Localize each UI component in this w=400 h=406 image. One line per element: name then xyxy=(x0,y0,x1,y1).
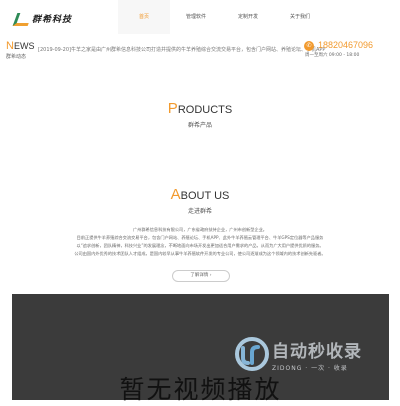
watermark: 自动秒收录 ZIDONG · 一次 · 收录 xyxy=(234,336,362,372)
site-logo[interactable]: 群希科技 xyxy=(14,10,72,26)
news-heading: NEWS 群希动态 xyxy=(6,40,34,60)
phone-number: 18820467096 xyxy=(318,40,374,50)
products-subtitle: 群希产品 xyxy=(187,122,212,129)
video-empty-message: 暂无视频播放 xyxy=(119,375,282,404)
about-line: 以“追求创新，团队精神，科技兴业”的发展理念，不断地面向市场开发出更加适合用户需… xyxy=(76,243,324,248)
news-subtitle: 群希动态 xyxy=(6,54,27,60)
about-line: 目前正提供牛羊养殖综合交流交易平台，包含门户网站、养殖论坛、手机APP、此外牛羊… xyxy=(76,235,324,240)
watermark-subtitle: ZIDONG · 一次 · 收录 xyxy=(272,364,348,372)
nav-item-management-software[interactable]: 管理软件 xyxy=(170,0,222,34)
news-title-first: N xyxy=(6,40,14,52)
products-title-first: P xyxy=(167,100,178,117)
about-line: 广州群希信息科技有限公司，广东省政府扶持企业，广州市创新型企业。 xyxy=(132,227,267,232)
about-title-rest: BOUT US xyxy=(180,190,230,202)
about-title-first: A xyxy=(170,186,181,203)
nav-item-home[interactable]: 首页 xyxy=(118,0,170,34)
watermark-title: 自动秒收录 xyxy=(272,341,362,362)
about-line: 公司由国内外优秀的技术团队人才组成，是国内较早从事牛羊养殖软件开发的专业公司，使… xyxy=(74,251,326,256)
site-header: 群希科技 首页 管理软件 定制开发 关于我们 xyxy=(0,0,400,34)
nav-item-about-us[interactable]: 关于我们 xyxy=(274,0,326,34)
logo-mark-icon xyxy=(14,11,28,25)
logo-text: 群希科技 xyxy=(32,14,73,25)
nav-item-custom-development[interactable]: 定制开发 xyxy=(222,0,274,34)
news-title-rest: EWS xyxy=(13,41,35,51)
business-hours: 周一至周六 09:00 - 18:00 xyxy=(305,53,360,58)
news-item-link[interactable]: [2019-09-20]牛羊之家是由广州群希信息科技公司打造并提供的牛羊养殖综合… xyxy=(38,46,328,53)
contact-phone: ✆ 18820467096 xyxy=(304,40,373,51)
products-title: PRODUCTS xyxy=(0,100,400,118)
phone-icon: ✆ xyxy=(304,41,314,51)
about-description: 广州群希信息科技有限公司，广东省政府扶持企业，广州市创新型企业。 目前正提供牛羊… xyxy=(30,226,370,258)
products-title-rest: RODUCTS xyxy=(177,104,233,116)
about-subtitle: 走进群希 xyxy=(187,208,212,215)
about-title: ABOUT US xyxy=(0,186,400,204)
watermark-logo-icon xyxy=(234,336,270,372)
main-nav: 首页 管理软件 定制开发 关于我们 xyxy=(118,0,326,34)
learn-more-button[interactable]: 了解详情 › xyxy=(172,270,230,282)
